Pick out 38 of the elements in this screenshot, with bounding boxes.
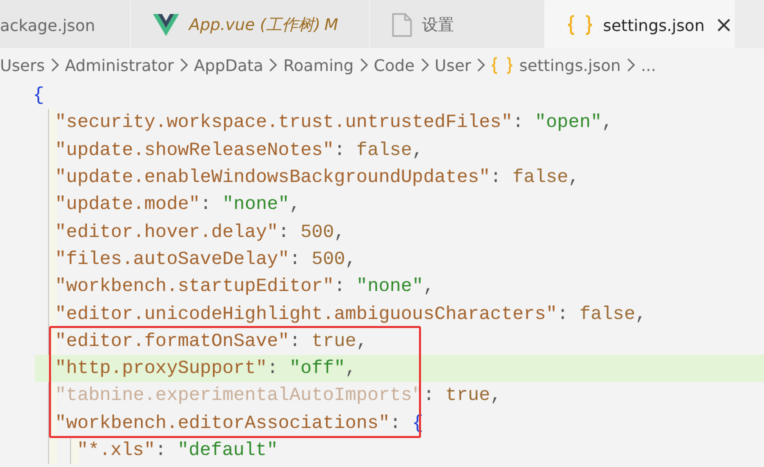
chevron-right-icon — [269, 58, 278, 72]
code-line: "workbench.startupEditor": "none", — [55, 276, 434, 298]
breadcrumb-item[interactable]: settings.json — [519, 56, 621, 74]
indent-guide — [70, 436, 79, 464]
editor-tab[interactable]: ackage.json — [0, 0, 131, 48]
code-line: "tabnine.experimentalAutoImports": true, — [55, 385, 502, 406]
chevron-right-icon — [420, 58, 429, 72]
code-line: "editor.unicodeHighlight.ambiguousCharacters": false, — [55, 304, 646, 325]
code-line: "update.mode": "none", — [55, 194, 301, 216]
code-line: "files.autoSaveDelay": 500, — [55, 248, 356, 270]
chevron-right-icon — [360, 58, 368, 72]
code-line: "*.xls": "default" — [77, 440, 278, 461]
code-line: "http.proxySupport": "off", — [55, 358, 356, 380]
chevron-right-icon — [50, 58, 59, 72]
v-logo-icon — [153, 14, 179, 36]
code-line: { — [33, 85, 44, 106]
breadcrumb-item[interactable]: ... — [640, 56, 656, 74]
curly-braces-icon — [491, 56, 514, 74]
breadcrumb-item[interactable]: Users — [0, 56, 45, 74]
code-line: "update.showReleaseNotes": false, — [55, 140, 424, 161]
breadcrumb-item[interactable]: Administrator — [64, 56, 174, 74]
editor-tab[interactable]: settings.json × — [545, 0, 735, 48]
chevron-right-icon — [180, 58, 188, 72]
editor-tab[interactable]: App.vue (工作树) M — [131, 0, 370, 48]
curly-braces-icon — [567, 15, 593, 35]
breadcrumb-item[interactable]: AppData — [194, 56, 264, 74]
breadcrumb-item[interactable]: Roaming — [283, 56, 354, 74]
editor-tab[interactable]: 设置 — [370, 0, 545, 48]
code-line: "update.enableWindowsBackgroundUpdates": false, — [55, 167, 580, 188]
file-icon — [392, 13, 412, 37]
chevron-right-icon — [626, 58, 635, 72]
breadcrumb-item[interactable]: Code — [374, 56, 415, 74]
breadcrumb-item[interactable]: User — [434, 56, 472, 74]
code-line: "editor.hover.delay": 500, — [55, 222, 346, 243]
code-line: "editor.formatOnSave": true, — [55, 330, 368, 352]
code-line: "security.workspace.trust.untrustedFiles": "open", — [55, 112, 613, 134]
close-button[interactable]: × — [714, 12, 734, 38]
chevron-right-icon — [477, 58, 486, 72]
